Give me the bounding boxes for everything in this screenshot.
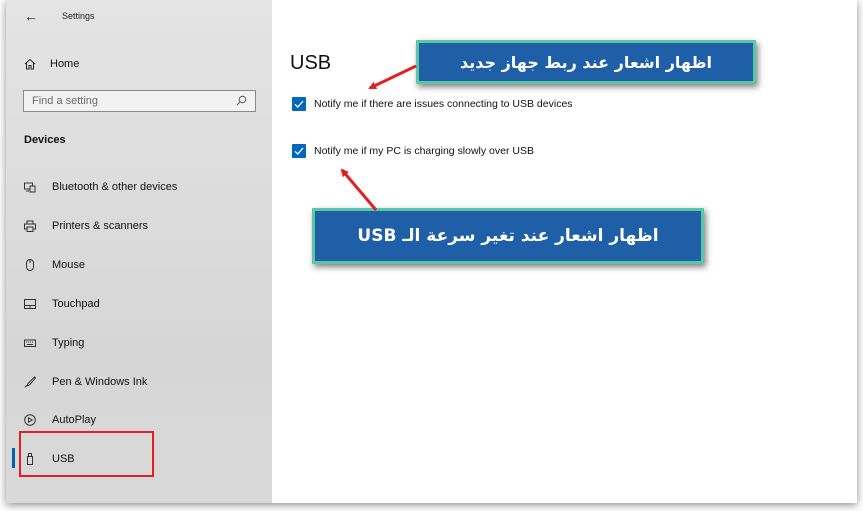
- sidebar-item-printers[interactable]: Printers & scanners: [24, 217, 148, 235]
- window-title: Settings: [62, 11, 95, 21]
- search-box[interactable]: [23, 90, 256, 112]
- sidebar-item-bluetooth[interactable]: Bluetooth & other devices: [24, 178, 177, 196]
- sidebar-item-pen[interactable]: Pen & Windows Ink: [24, 373, 147, 391]
- selection-indicator: [12, 448, 15, 468]
- home-icon: [24, 58, 36, 70]
- printer-icon: [24, 220, 36, 232]
- sidebar-item-label: Typing: [52, 337, 85, 349]
- sidebar-item-label: Mouse: [52, 259, 86, 271]
- touchpad-icon: [24, 299, 36, 309]
- sidebar: ← Settings Home Devices Bluetooth & othe…: [6, 0, 272, 503]
- main-content: USB Notify me if there are issues connec…: [272, 0, 857, 503]
- search-input[interactable]: [24, 91, 232, 111]
- autoplay-icon: [24, 414, 36, 426]
- sidebar-item-autoplay[interactable]: AutoPlay: [24, 411, 96, 429]
- search-icon[interactable]: [236, 95, 247, 106]
- back-arrow-icon[interactable]: ←: [24, 8, 38, 24]
- sidebar-item-mouse[interactable]: Mouse: [24, 256, 85, 274]
- sidebar-item-label: AutoPlay: [52, 414, 97, 426]
- sidebar-item-touchpad[interactable]: Touchpad: [24, 295, 100, 313]
- sidebar-item-typing[interactable]: Typing: [24, 334, 84, 352]
- home-label: Home: [50, 58, 80, 70]
- mouse-icon: [26, 259, 34, 271]
- title-bar: ← Settings: [6, 0, 272, 32]
- settings-window: ← Settings Home Devices Bluetooth & othe…: [6, 0, 857, 503]
- bluetooth-devices-icon: [24, 182, 36, 193]
- arrow-top: [368, 64, 417, 90]
- sidebar-item-label: Pen & Windows Ink: [52, 376, 148, 388]
- section-title-devices: Devices: [24, 134, 66, 146]
- pen-icon: [24, 376, 36, 388]
- home-link[interactable]: Home: [24, 55, 79, 73]
- keyboard-icon: [24, 339, 36, 347]
- arrow-bottom: [340, 168, 378, 211]
- sidebar-item-label: Printers & scanners: [52, 220, 148, 232]
- annotation-arrows: [340, 64, 417, 211]
- sidebar-item-label: Touchpad: [52, 298, 100, 310]
- usb-highlight-box: [19, 431, 154, 477]
- sidebar-item-label: Bluetooth & other devices: [52, 181, 178, 193]
